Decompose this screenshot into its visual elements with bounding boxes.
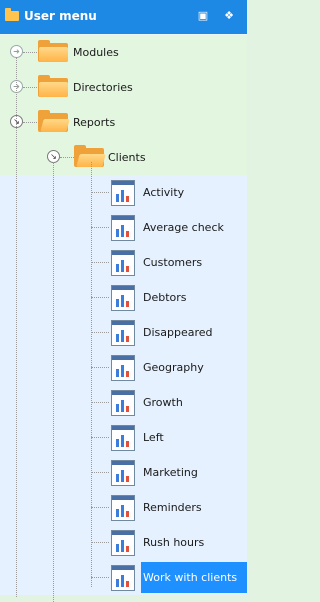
tree-connector bbox=[91, 542, 109, 543]
tree-connector bbox=[60, 157, 74, 158]
tree-item-directories[interactable]: ➜ Directories bbox=[0, 70, 247, 105]
report-item[interactable]: Activity bbox=[0, 175, 247, 210]
tree-connector bbox=[16, 57, 17, 597]
report-item[interactable]: Debtors bbox=[0, 280, 247, 315]
tree-connector bbox=[91, 367, 109, 368]
report-label: Marketing bbox=[143, 466, 198, 479]
folder-open-icon bbox=[38, 110, 70, 132]
report-label: Disappeared bbox=[143, 326, 213, 339]
tree-connector bbox=[91, 507, 109, 508]
report-item[interactable]: Geography bbox=[0, 350, 247, 385]
report-icon bbox=[111, 390, 135, 416]
report-label: Customers bbox=[143, 256, 203, 269]
tree-connector bbox=[23, 122, 37, 123]
folder-open-icon bbox=[74, 145, 106, 167]
panel-title: User menu bbox=[24, 9, 97, 23]
report-item[interactable]: Work with clients bbox=[0, 560, 247, 595]
user-menu-panel: User menu ▣ ❖ ➜ Modules ➜ Directories ↘ … bbox=[0, 0, 247, 602]
report-icon bbox=[111, 250, 135, 276]
tree-connector bbox=[91, 577, 109, 578]
tree-item-label: Directories bbox=[73, 81, 133, 94]
report-icon bbox=[111, 460, 135, 486]
report-icon bbox=[111, 495, 135, 521]
report-icon bbox=[111, 355, 135, 381]
report-icon bbox=[111, 320, 135, 346]
report-icon bbox=[111, 285, 135, 311]
report-icon bbox=[111, 180, 135, 206]
tree-connector bbox=[91, 437, 109, 438]
report-item[interactable]: Left bbox=[0, 420, 247, 455]
tree-item-label: Clients bbox=[108, 151, 146, 164]
tree-item-label: Reports bbox=[73, 116, 116, 129]
report-icon bbox=[111, 530, 135, 556]
tree-item-clients[interactable]: ↘ Clients bbox=[0, 140, 247, 175]
tree-connector bbox=[91, 227, 109, 228]
tree-connector bbox=[23, 87, 37, 88]
report-label: Activity bbox=[143, 186, 185, 199]
report-label: Growth bbox=[143, 396, 183, 409]
report-item[interactable]: Marketing bbox=[0, 455, 247, 490]
tree-connector bbox=[53, 162, 54, 602]
tree: ➜ Modules ➜ Directories ↘ Reports ↘ Clie… bbox=[0, 35, 247, 602]
report-label: Debtors bbox=[143, 291, 187, 304]
folder-icon bbox=[5, 8, 19, 21]
report-label: Left bbox=[143, 431, 164, 444]
folder-icon bbox=[38, 40, 68, 62]
report-label: Work with clients bbox=[143, 571, 238, 584]
tree-connector bbox=[91, 162, 92, 587]
tree-item-label: Modules bbox=[73, 46, 119, 59]
report-item[interactable]: Customers bbox=[0, 245, 247, 280]
report-label: Geography bbox=[143, 361, 204, 374]
tree-connector bbox=[23, 52, 37, 53]
report-item[interactable]: Disappeared bbox=[0, 315, 247, 350]
tree-connector bbox=[91, 472, 109, 473]
report-label: Average check bbox=[143, 221, 224, 234]
tree-item-reports[interactable]: ↘ Reports bbox=[0, 105, 247, 140]
report-item[interactable]: Rush hours bbox=[0, 525, 247, 560]
report-icon bbox=[111, 565, 135, 591]
tree-connector bbox=[91, 332, 109, 333]
report-item[interactable]: Average check bbox=[0, 210, 247, 245]
report-icon bbox=[111, 425, 135, 451]
report-item[interactable]: Reminders bbox=[0, 490, 247, 525]
pin-icon[interactable]: ❖ bbox=[222, 9, 236, 23]
restore-icon[interactable]: ▣ bbox=[196, 9, 210, 23]
report-label: Rush hours bbox=[143, 536, 205, 549]
folder-icon bbox=[38, 75, 68, 97]
report-icon bbox=[111, 215, 135, 241]
report-item[interactable]: Growth bbox=[0, 385, 247, 420]
tree-connector bbox=[91, 262, 109, 263]
tree-connector bbox=[91, 297, 109, 298]
tree-connector bbox=[91, 402, 109, 403]
titlebar: User menu ▣ ❖ bbox=[0, 0, 247, 34]
tree-item-modules[interactable]: ➜ Modules bbox=[0, 35, 247, 70]
report-label: Reminders bbox=[143, 501, 202, 514]
tree-connector bbox=[91, 192, 109, 193]
